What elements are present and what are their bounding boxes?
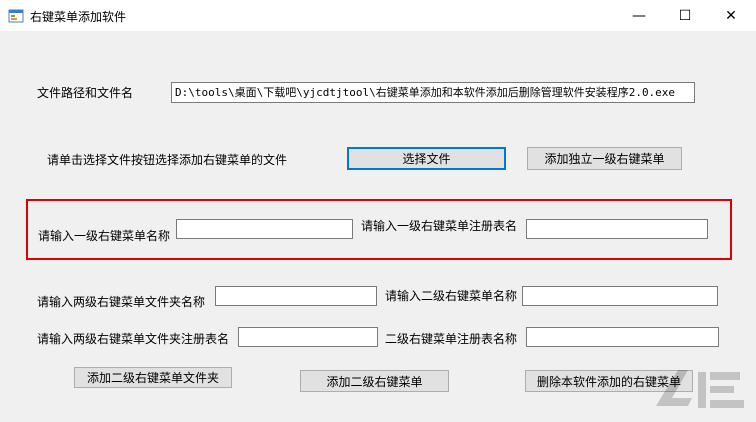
- maximize-button[interactable]: ☐: [662, 0, 708, 31]
- add-level2-menu-button[interactable]: 添加二级右键菜单: [300, 370, 449, 392]
- select-file-button[interactable]: 选择文件: [347, 147, 506, 170]
- level1-name-label: 请输入一级右键菜单名称: [38, 229, 171, 243]
- level2-sub-name-label: 请输入二级右键菜单名称: [385, 289, 518, 303]
- level1-registry-label: 请输入一级右键菜单注册表名: [361, 219, 518, 233]
- level2-sub-registry-input[interactable]: [526, 327, 719, 347]
- title-bar: 右键菜单添加软件 — ☐ ✕: [0, 0, 756, 31]
- file-path-field[interactable]: D:\tools\桌面\下载吧\yjcdtjtool\右键菜单添加和本软件添加后…: [171, 82, 695, 103]
- level2-folder-registry-label: 请输入两级右键菜单文件夹注册表名: [37, 332, 230, 346]
- file-path-label: 文件路径和文件名: [37, 86, 134, 100]
- delete-added-menu-button[interactable]: 删除本软件添加的右键菜单: [525, 370, 693, 392]
- minimize-button[interactable]: —: [616, 0, 662, 31]
- close-icon: ✕: [725, 7, 737, 24]
- level1-name-input[interactable]: [176, 219, 353, 239]
- window-title: 右键菜单添加软件: [30, 10, 127, 24]
- close-button[interactable]: ✕: [708, 0, 754, 31]
- level2-folder-name-input[interactable]: [215, 286, 377, 306]
- minimize-icon: —: [632, 7, 646, 24]
- level2-sub-registry-label: 二级右键菜单注册表名称: [385, 332, 518, 346]
- select-file-prompt: 请单击选择文件按钮选择添加右键菜单的文件: [47, 153, 288, 167]
- add-level2-folder-button[interactable]: 添加二级右键菜单文件夹: [74, 367, 232, 388]
- app-window-icon: [8, 9, 24, 23]
- add-standalone-menu-button[interactable]: 添加独立一级右键菜单: [527, 147, 682, 170]
- level2-folder-name-label: 请输入两级右键菜单文件夹名称: [37, 295, 206, 309]
- maximize-icon: ☐: [678, 7, 692, 24]
- level2-sub-name-input[interactable]: [522, 286, 718, 306]
- level2-folder-registry-input[interactable]: [238, 327, 378, 347]
- level1-registry-input[interactable]: [526, 219, 708, 239]
